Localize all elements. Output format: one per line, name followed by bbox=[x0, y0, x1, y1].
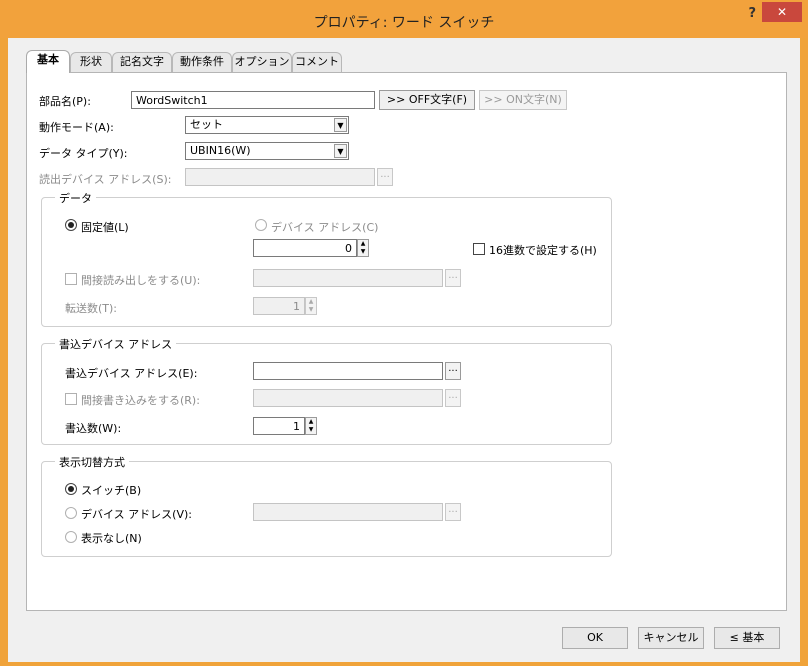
close-button[interactable]: ✕ bbox=[762, 2, 802, 22]
chevron-down-icon: ▼ bbox=[334, 118, 347, 132]
ok-button[interactable]: OK bbox=[562, 627, 628, 649]
tab-shape[interactable]: 形状 bbox=[70, 52, 112, 72]
chevron-down-icon: ▼ bbox=[334, 144, 347, 158]
part-name-label: 部品名(P): bbox=[39, 95, 91, 108]
write-address-group-title: 書込デバイス アドレス bbox=[55, 336, 177, 352]
window-title: プロパティ: ワード スイッチ bbox=[313, 15, 495, 31]
datatype-select[interactable]: UBIN16(W) ▼ bbox=[185, 142, 349, 160]
data-group-title: データ bbox=[55, 190, 96, 206]
display-device-browse-button[interactable]: ... bbox=[445, 503, 461, 521]
tab-panel-basic: 部品名(P): WordSwitch1 >> OFF文字(F) >> ON文字(… bbox=[26, 72, 787, 611]
transfer-count-spinner[interactable]: ▲ ▼ bbox=[305, 297, 317, 315]
write-address-browse-button[interactable]: ... bbox=[445, 362, 461, 380]
data-group bbox=[41, 197, 612, 327]
help-button[interactable]: ? bbox=[748, 6, 756, 21]
indirect-read-browse-button[interactable]: ... bbox=[445, 269, 461, 287]
tab-comment[interactable]: コメント bbox=[292, 52, 342, 72]
mode-select-value: セット bbox=[190, 118, 223, 131]
hex-checkbox[interactable] bbox=[473, 243, 485, 255]
fixed-value-label: 固定値(L) bbox=[81, 221, 129, 234]
device-address-radio[interactable] bbox=[255, 219, 267, 231]
transfer-count-input[interactable]: 1 bbox=[253, 297, 305, 315]
on-text-button[interactable]: >> ON文字(N) bbox=[479, 90, 567, 110]
switch-label: スイッチ(B) bbox=[81, 484, 142, 497]
indirect-read-checkbox[interactable] bbox=[65, 273, 77, 285]
device-address-label: デバイス アドレス(C) bbox=[271, 221, 379, 234]
dialog-window: プロパティ: ワード スイッチ ? ✕ 基本 形状 記名文字 動作条件 オプショ… bbox=[0, 0, 808, 666]
part-name-input[interactable]: WordSwitch1 bbox=[131, 91, 375, 109]
tab-options[interactable]: オプション bbox=[232, 52, 292, 72]
indirect-write-label: 間接書き込みをする(R): bbox=[81, 394, 200, 407]
tab-operating-conditions[interactable]: 動作条件 bbox=[172, 52, 232, 72]
read-addr-input[interactable] bbox=[185, 168, 375, 186]
indirect-read-input[interactable] bbox=[253, 269, 443, 287]
write-count-input[interactable]: 1 bbox=[253, 417, 305, 435]
write-count-label: 書込数(W): bbox=[65, 422, 122, 435]
indirect-write-checkbox[interactable] bbox=[65, 393, 77, 405]
no-display-radio[interactable] bbox=[65, 531, 77, 543]
write-address-label: 書込デバイス アドレス(E): bbox=[65, 367, 198, 380]
cancel-button[interactable]: キャンセル bbox=[638, 627, 704, 649]
tab-basic[interactable]: 基本 bbox=[26, 50, 70, 73]
display-device-radio[interactable] bbox=[65, 507, 77, 519]
basic-button[interactable]: ≤ 基本 bbox=[714, 627, 780, 649]
title-bar: プロパティ: ワード スイッチ ? ✕ bbox=[0, 0, 808, 38]
datatype-select-value: UBIN16(W) bbox=[190, 144, 251, 157]
write-address-input[interactable] bbox=[253, 362, 443, 380]
tab-label-text[interactable]: 記名文字 bbox=[112, 52, 172, 72]
switch-radio[interactable] bbox=[65, 483, 77, 495]
hex-label: 16進数で設定する(H) bbox=[489, 244, 597, 257]
datatype-label: データ タイプ(Y): bbox=[39, 147, 128, 160]
no-display-label: 表示なし(N) bbox=[81, 532, 142, 545]
display-device-input[interactable] bbox=[253, 503, 443, 521]
fixed-value-input[interactable]: 0 bbox=[253, 239, 357, 257]
fixed-value-radio[interactable] bbox=[65, 219, 77, 231]
transfer-count-label: 転送数(T): bbox=[65, 302, 118, 315]
mode-select[interactable]: セット ▼ bbox=[185, 116, 349, 134]
fixed-value-spinner[interactable]: ▲ ▼ bbox=[357, 239, 369, 257]
off-text-button[interactable]: >> OFF文字(F) bbox=[379, 90, 475, 110]
read-addr-label: 読出デバイス アドレス(S): bbox=[39, 173, 172, 186]
indirect-write-input[interactable] bbox=[253, 389, 443, 407]
write-count-spinner[interactable]: ▲ ▼ bbox=[305, 417, 317, 435]
indirect-write-browse-button[interactable]: ... bbox=[445, 389, 461, 407]
indirect-read-label: 間接読み出しをする(U): bbox=[81, 274, 201, 287]
display-switch-group-title: 表示切替方式 bbox=[55, 454, 129, 470]
mode-label: 動作モード(A): bbox=[39, 121, 114, 134]
read-addr-browse-button[interactable]: ... bbox=[377, 168, 393, 186]
display-device-label: デバイス アドレス(V): bbox=[81, 508, 192, 521]
dialog-client: 基本 形状 記名文字 動作条件 オプション コメント 部品名(P): WordS… bbox=[8, 38, 800, 662]
